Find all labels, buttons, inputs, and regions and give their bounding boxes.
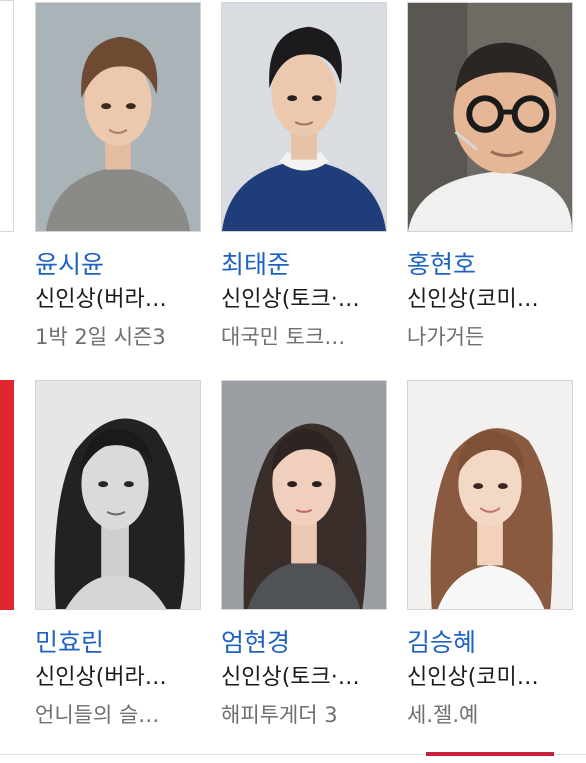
person-photo-icon [222,381,386,609]
person-photo[interactable] [35,380,201,610]
person-name-link[interactable]: 홍현호 [407,249,586,281]
previous-card-edge[interactable] [0,380,14,610]
award-category: 신인상(버라… [35,665,167,690]
program-title: 1박 2일 시즌3 [35,325,166,349]
award-category: 신인상(코미… [407,665,539,690]
person-photo-icon [36,3,200,231]
person-name-link[interactable]: 민효린 [35,627,215,659]
award-category: 신인상(버라… [35,287,167,312]
program-title: 언니들의 슬… [35,703,160,727]
person-photo[interactable] [407,2,573,232]
program-title: 대국민 토크… [221,325,346,349]
previous-card-edge[interactable] [0,0,14,232]
award-category: 신인상(토크·… [221,287,360,312]
award-category: 신인상(토크·… [221,665,360,690]
person-name-link[interactable]: 윤시윤 [35,249,215,281]
program-title: 나가거든 [407,325,485,349]
person-name-link[interactable]: 최태준 [221,249,401,281]
person-photo-icon [408,381,572,609]
person-name-link[interactable]: 엄현경 [221,627,401,659]
person-photo-icon [222,3,386,231]
person-name-link[interactable]: 김승혜 [407,627,586,659]
person-photo[interactable] [407,380,573,610]
award-category: 신인상(코미… [407,287,539,312]
person-photo-icon [36,381,200,609]
person-photo-icon [408,3,572,231]
program-title: 해피투게더 3 [221,703,338,727]
program-title: 세.젤.예 [407,703,479,727]
person-photo[interactable] [35,2,201,232]
person-photo[interactable] [221,380,387,610]
page-indicator [426,752,554,756]
person-photo[interactable] [221,2,387,232]
